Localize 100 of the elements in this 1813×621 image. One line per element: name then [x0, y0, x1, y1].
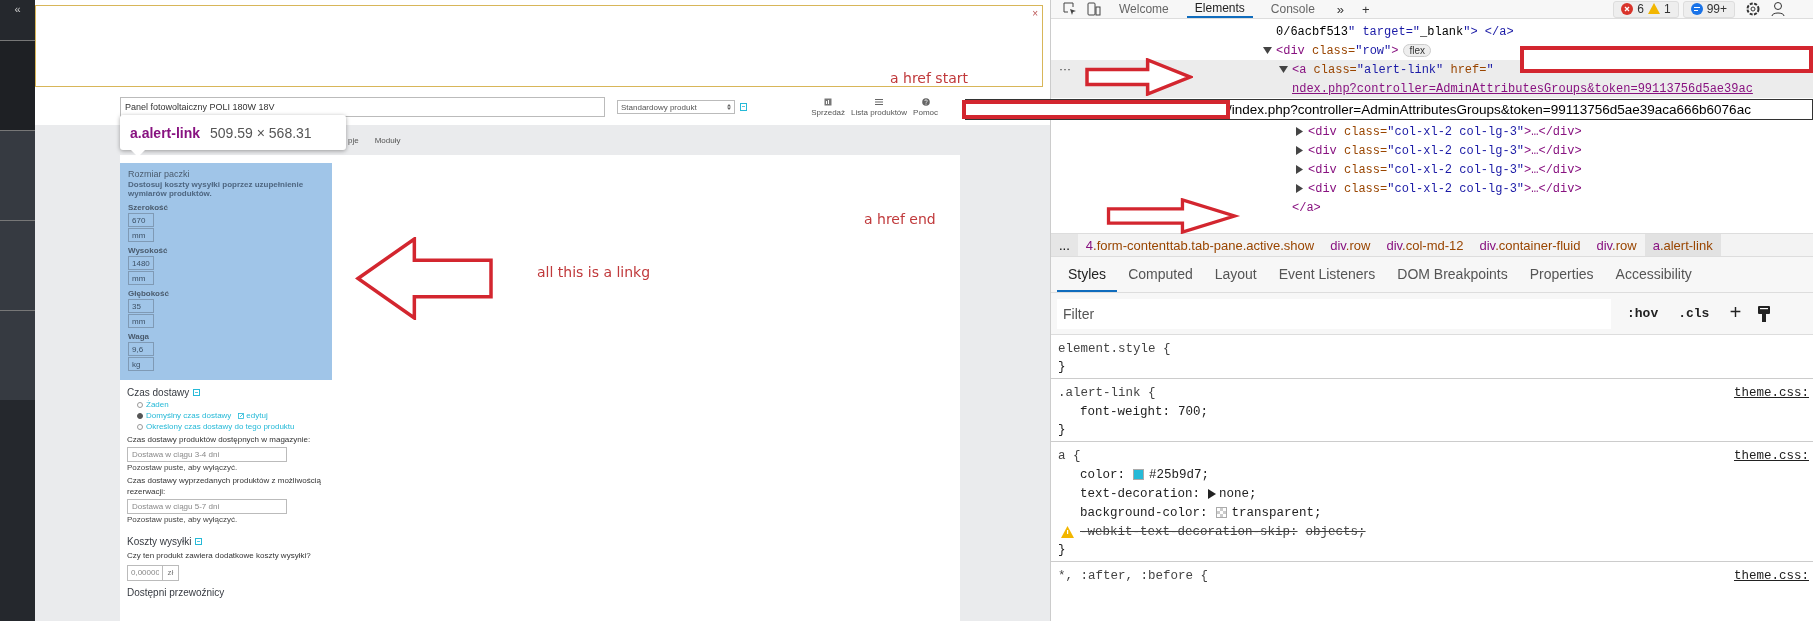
breadcrumb-more-button[interactable]: ...: [1051, 234, 1078, 256]
input-field[interactable]: 9,6: [128, 342, 154, 356]
breadcrumb-item[interactable]: div.row: [1322, 234, 1379, 256]
css-brace: }: [1058, 360, 1066, 374]
dom-node[interactable]: <div class="col-xl-2 col-lg-3">…</div>: [1308, 143, 1582, 158]
toolbar-button[interactable]: Lista produktów: [851, 97, 908, 117]
breadcrumb-item[interactable]: a.alert-link: [1644, 234, 1721, 256]
css-value[interactable]: none;: [1208, 486, 1257, 501]
field-label: Czas dostawy produktów dostępnych w magazynie:: [127, 435, 311, 446]
collapse-arrow-icon[interactable]: [1263, 46, 1272, 55]
css-value[interactable]: #25b9d7;: [1133, 467, 1210, 482]
panel-tab[interactable]: Layout: [1203, 258, 1268, 292]
input-field[interactable]: 0,00000: [127, 564, 163, 581]
collapse-arrow-icon[interactable]: [1279, 65, 1288, 74]
product-name-field[interactable]: Panel fotowoltaiczny POLI 180W 18V: [120, 97, 605, 117]
edit-icon: [238, 412, 245, 419]
chat-icon: [1690, 3, 1703, 15]
error-count: 6: [1637, 2, 1644, 16]
breadcrumb-item[interactable]: div.col-md-12: [1378, 234, 1472, 256]
panel-tab[interactable]: Elements: [1186, 0, 1253, 18]
issues-counter[interactable]: 6 1: [1613, 0, 1679, 18]
input-field[interactable]: 670: [128, 213, 154, 227]
input-field[interactable]: 1480: [128, 256, 154, 270]
panel-tab[interactable]: Event Listeners: [1267, 258, 1387, 292]
field-label: Waga: [128, 332, 151, 341]
panel-tab[interactable]: Accessibility: [1604, 258, 1703, 292]
expand-arrow-icon[interactable]: [1295, 184, 1304, 193]
messages-counter[interactable]: 99+: [1682, 0, 1735, 18]
dom-node[interactable]: 0/6acbf513" target="_blank"> </a>: [1276, 24, 1514, 39]
field-label: Głębokość: [128, 289, 170, 298]
expand-arrow-icon[interactable]: [1295, 165, 1304, 174]
field-hint: Pozostaw puste, aby wyłączyć.: [127, 515, 238, 525]
unit-addon: mm: [128, 271, 154, 285]
annotation-text: a href start: [890, 70, 968, 86]
input-field[interactable]: Dostawa w ciągu 5-7 dni: [127, 499, 287, 515]
unit-addon: mm: [128, 228, 154, 242]
product-type-select[interactable]: Standardowy produkt: [617, 100, 735, 114]
css-property[interactable]: -webkit-text-decoration-skip:: [1080, 524, 1298, 539]
expand-arrow-icon[interactable]: [1295, 146, 1304, 155]
source-link[interactable]: theme.css:: [1734, 385, 1809, 400]
panel-tab[interactable]: DOM Breakpoints: [1386, 258, 1519, 292]
css-brace: }: [1058, 543, 1066, 557]
breadcrumb-item[interactable]: div.row: [1588, 234, 1645, 256]
breadcrumb-item[interactable]: 4.form-contenttab.tab-pane.active.show: [1077, 234, 1323, 256]
input-field[interactable]: 35: [128, 299, 154, 313]
color-swatch[interactable]: [1133, 469, 1144, 480]
panel-tab[interactable]: Console: [1262, 0, 1323, 18]
dom-node[interactable]: <div class="col-xl-2 col-lg-3">…</div>: [1308, 181, 1582, 196]
inspect-icon: [1063, 2, 1077, 16]
dom-node[interactable]: <a class="alert-link" href=": [1292, 62, 1494, 77]
filter-field[interactable]: Filter: [1057, 298, 1611, 329]
field-label: Czy ten produkt zawiera dodatkowe koszty wysyłki?: [127, 551, 311, 562]
panel-tab[interactable]: Properties: [1518, 258, 1605, 292]
css-property[interactable]: font-weight:: [1080, 404, 1170, 419]
unit-addon: mm: [128, 314, 154, 328]
expand-arrow-icon[interactable]: [1295, 127, 1304, 136]
collapse-button[interactable]: «: [11, 2, 24, 16]
css-property[interactable]: background-color:: [1080, 505, 1208, 520]
input-field[interactable]: Dostawa w ciągu 3-4 dni: [127, 447, 287, 463]
dom-node[interactable]: </a>: [1292, 200, 1321, 215]
new-rule-button[interactable]: +: [1725, 302, 1746, 325]
section-title: Rozmiar paczki: [128, 169, 191, 179]
warning-count: 1: [1663, 2, 1671, 16]
css-value[interactable]: objects;: [1305, 524, 1366, 539]
dom-node[interactable]: <div class="col-xl-2 col-lg-3">…</div>: [1308, 124, 1582, 139]
breadcrumb-item[interactable]: div.container-fluid: [1471, 234, 1589, 256]
css-property[interactable]: color:: [1080, 467, 1125, 482]
more-tabs-button[interactable]: »: [1332, 1, 1349, 17]
layout-badge[interactable]: flex: [1403, 44, 1431, 57]
list-icon: [875, 97, 884, 106]
close-button[interactable]: ×: [1032, 8, 1038, 19]
panel-tab[interactable]: Welcome: [1111, 0, 1177, 18]
unit-addon: kg: [128, 357, 154, 371]
css-value[interactable]: transparent;: [1215, 505, 1322, 520]
color-swatch[interactable]: [1215, 507, 1227, 518]
dom-node[interactable]: <div class="row">: [1276, 43, 1399, 58]
paint-brush-icon[interactable]: [1757, 304, 1772, 323]
url-text: /index.php?controller=AdminAttributesGroups&token=99113756d5ae39aca666b6076ac: [1228, 102, 1751, 117]
node-menu-button[interactable]: ···: [1057, 62, 1073, 76]
href-link[interactable]: ndex.php?controller=AdminAttributesGroups&token=99113756d5ae39ac: [1292, 81, 1753, 96]
radio-button[interactable]: [137, 412, 143, 419]
css-property[interactable]: text-decoration:: [1080, 486, 1201, 501]
toolbar-button[interactable]: Sprzedaż: [811, 97, 846, 117]
tab[interactable]: Moduły: [374, 133, 401, 147]
toolbar-button[interactable]: Pomoc: [913, 97, 938, 117]
dom-node[interactable]: <div class="col-xl-2 col-lg-3">…</div>: [1308, 162, 1582, 177]
add-tab-button[interactable]: +: [1358, 1, 1374, 17]
dropdown-arrows-icon: [727, 104, 731, 110]
css-selector: a {: [1058, 448, 1081, 463]
css-selector: *, :after, :before {: [1058, 568, 1209, 583]
annotation-text: all this is a linkg: [537, 264, 651, 280]
css-value[interactable]: 700;: [1178, 404, 1209, 419]
panel-tab[interactable]: Computed: [1117, 258, 1204, 292]
person-icon[interactable]: [1771, 1, 1785, 17]
tab[interactable]: pje: [348, 133, 359, 147]
class-button[interactable]: .cls: [1674, 306, 1714, 321]
settings-icon[interactable]: [1745, 1, 1761, 17]
hover-state-button[interactable]: :hov: [1623, 306, 1663, 321]
source-link[interactable]: theme.css:: [1734, 568, 1809, 583]
source-link[interactable]: theme.css:: [1734, 448, 1809, 463]
